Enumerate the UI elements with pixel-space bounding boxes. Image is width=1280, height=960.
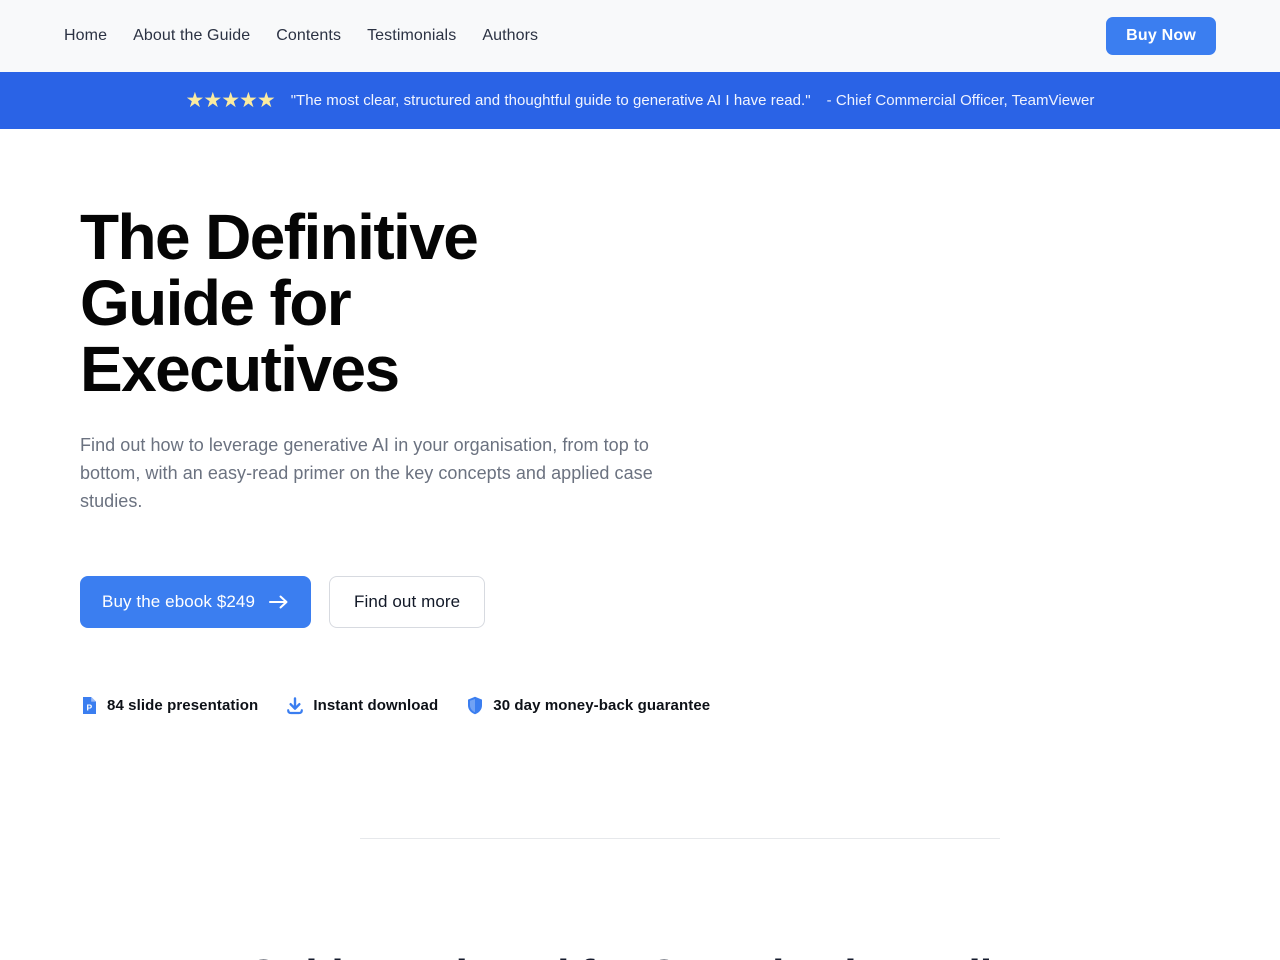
- badge-slide-presentation: P 84 slide presentation: [80, 696, 258, 716]
- banner-quote-text: "The most clear, structured and thoughtf…: [290, 92, 811, 109]
- nav-link-testimonials[interactable]: Testimonials: [367, 28, 456, 44]
- hero-cta-group: Buy the ebook $249 Find out more: [80, 575, 1280, 628]
- buy-now-button[interactable]: Buy Now: [1106, 17, 1216, 55]
- find-out-more-button[interactable]: Find out more: [329, 575, 486, 628]
- download-icon: [286, 696, 304, 716]
- badge-instant-download: Instant download: [286, 696, 438, 716]
- presentation-file-icon: P: [80, 696, 98, 716]
- nav-link-home[interactable]: Home: [64, 28, 107, 44]
- star-rating-icon: ★★★★★: [185, 89, 276, 112]
- buy-ebook-button[interactable]: Buy the ebook $249: [80, 575, 312, 628]
- primary-navigation: Home About the Guide Contents Testimonia…: [64, 0, 538, 72]
- hero-subtitle: Find out how to leverage generative AI i…: [80, 434, 653, 511]
- testimonial-banner: ★★★★★ "The most clear, structured and th…: [0, 72, 1280, 129]
- banner-attribution-text: - Chief Commercial Officer, TeamViewer: [826, 92, 1095, 109]
- shield-icon: [466, 696, 484, 716]
- badge-instant-download-label: Instant download: [313, 697, 439, 715]
- badge-slide-presentation-label: 84 slide presentation: [107, 697, 259, 715]
- badge-money-back-guarantee: 30 day money-back guarantee: [466, 696, 710, 716]
- organisations-section-title: A Guide Designed for Organisations Like …: [80, 951, 1280, 960]
- site-header: Home About the Guide Contents Testimonia…: [0, 0, 1280, 72]
- nav-link-authors[interactable]: Authors: [482, 28, 538, 44]
- hero-section: The Definitive Guide for Executives Find…: [0, 129, 1280, 960]
- organisations-section: A Guide Designed for Organisations Like …: [80, 951, 1280, 960]
- buy-ebook-button-label: Buy the ebook $249: [102, 591, 256, 611]
- arrow-right-icon: [269, 594, 289, 610]
- section-divider: [360, 837, 1000, 839]
- badge-money-back-guarantee-label: 30 day money-back guarantee: [493, 697, 711, 715]
- section-divider-wrapper: [80, 837, 1280, 839]
- feature-badge-list: P 84 slide presentation Instant download: [80, 696, 1280, 716]
- page-title: The Definitive Guide for Executives: [80, 201, 479, 405]
- svg-text:P: P: [86, 703, 92, 713]
- nav-link-contents[interactable]: Contents: [276, 28, 341, 44]
- nav-link-about-the-guide[interactable]: About the Guide: [133, 28, 250, 44]
